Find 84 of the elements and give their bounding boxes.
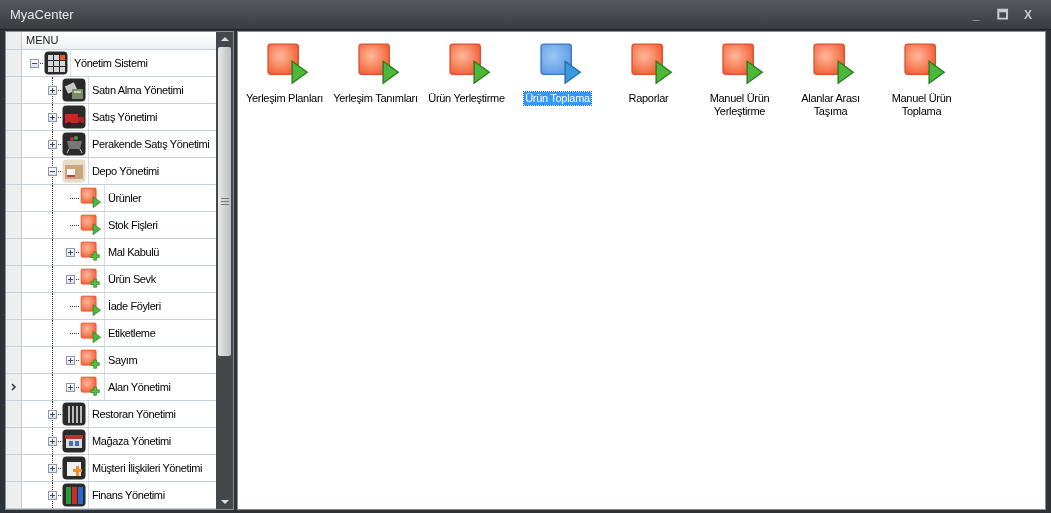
menu-item[interactable]: Stok Fişleri: [108, 216, 158, 234]
menu-item[interactable]: Sayım: [108, 351, 138, 369]
menu-item[interactable]: Alan Yönetimi: [108, 378, 171, 396]
plus-icon: [49, 492, 55, 498]
scrollbar[interactable]: [216, 32, 233, 509]
expand-button[interactable]: [65, 355, 75, 365]
menu-item[interactable]: Ürün Sevk: [108, 270, 156, 288]
menu-item[interactable]: Etiketleme: [108, 324, 156, 342]
plus-icon: [49, 465, 55, 471]
expand-button[interactable]: [65, 247, 75, 257]
minimize-button[interactable]: _: [963, 4, 989, 25]
menu-item[interactable]: Restoran Yönetimi: [92, 405, 176, 423]
square-plus-icon: [80, 241, 102, 263]
window-title: MyaCenter: [10, 5, 75, 24]
plus-icon: [67, 357, 73, 363]
gift-icon: [62, 456, 86, 480]
close-button[interactable]: X: [1015, 4, 1041, 25]
menu-item[interactable]: Perakende Satış Yönetimi: [92, 135, 210, 153]
menu-item[interactable]: Mağaza Yönetimi: [92, 432, 171, 450]
menu-item[interactable]: Satış Yönetimi: [92, 108, 158, 126]
square-play-icon: [811, 42, 856, 86]
binders-icon: [62, 483, 86, 507]
square-play-icon: [720, 42, 765, 86]
minus-icon: [49, 168, 55, 174]
plus-icon: [49, 438, 55, 444]
square-play-icon: [80, 214, 102, 236]
square-play-icon: [902, 42, 947, 86]
form-shortcut[interactable]: Manuel Ürün Yerleştirme: [694, 92, 785, 118]
scroll-thumb[interactable]: [218, 47, 231, 356]
column-header[interactable]: MENU: [22, 32, 216, 49]
square-plus-icon: [80, 376, 102, 398]
store-icon: [62, 429, 86, 453]
menu-item[interactable]: Depo Yönetimi: [92, 162, 159, 180]
form-shortcut[interactable]: Yerleşim Tanımları: [332, 92, 419, 105]
square-play-icon: [80, 187, 102, 209]
collapse-button[interactable]: [29, 58, 39, 68]
plus-icon: [67, 249, 73, 255]
square-play-icon: [265, 42, 310, 86]
plus-icon: [49, 411, 55, 417]
plus-icon: [49, 114, 55, 120]
square-plus-icon: [80, 268, 102, 290]
expand-button[interactable]: [47, 85, 57, 95]
scroll-down-icon[interactable]: [219, 497, 230, 507]
square-play-icon: [538, 42, 583, 86]
chevron-right-icon: [10, 383, 17, 391]
box-icon: [62, 159, 86, 183]
menu-item[interactable]: Yönetim Sistemi: [74, 54, 148, 72]
form-shortcut[interactable]: Raporlar: [627, 92, 670, 105]
expand-button[interactable]: [47, 409, 57, 419]
maximize-button[interactable]: 🗖: [989, 4, 1015, 25]
expand-button[interactable]: [47, 436, 57, 446]
square-play-icon: [80, 322, 102, 344]
menu-item[interactable]: Ürünler: [108, 189, 142, 207]
square-play-icon: [447, 42, 492, 86]
plus-icon: [67, 276, 73, 282]
scroll-up-icon[interactable]: [219, 34, 230, 44]
menu-item[interactable]: Müşteri İlişkileri Yönetimi: [92, 459, 203, 477]
menu-item[interactable]: Finans Yönetimi: [92, 486, 165, 504]
plus-icon: [67, 384, 73, 390]
square-play-icon: [356, 42, 401, 86]
form-shortcut[interactable]: Yerleşim Planları: [245, 92, 324, 105]
square-plus-icon: [80, 349, 102, 371]
expand-button[interactable]: [47, 112, 57, 122]
minus-icon: [31, 60, 37, 66]
expand-button[interactable]: [47, 463, 57, 473]
plus-icon: [49, 87, 55, 93]
expand-button[interactable]: [65, 274, 75, 284]
menu-item[interactable]: Satın Alma Yönetimi: [92, 81, 184, 99]
menu-item[interactable]: Mal Kabulü: [108, 243, 160, 261]
truck-icon: [62, 105, 86, 129]
form-shortcut[interactable]: Manuel Ürün Toplama: [876, 92, 967, 118]
grid-icon: [44, 51, 68, 75]
square-play-icon: [80, 295, 102, 317]
menu-item[interactable]: İade Föyleri: [108, 297, 161, 315]
form-shortcut[interactable]: Alanlar Arası Taşıma: [785, 92, 876, 118]
basket-icon: [62, 132, 86, 156]
plus-icon: [49, 141, 55, 147]
expand-button[interactable]: [47, 490, 57, 500]
expand-button[interactable]: [65, 382, 75, 392]
expand-button[interactable]: [47, 139, 57, 149]
square-play-icon: [629, 42, 674, 86]
header-corner: [6, 32, 22, 49]
form-shortcut[interactable]: Ürün Yerleştirme: [427, 92, 506, 105]
collapse-button[interactable]: [47, 166, 57, 176]
